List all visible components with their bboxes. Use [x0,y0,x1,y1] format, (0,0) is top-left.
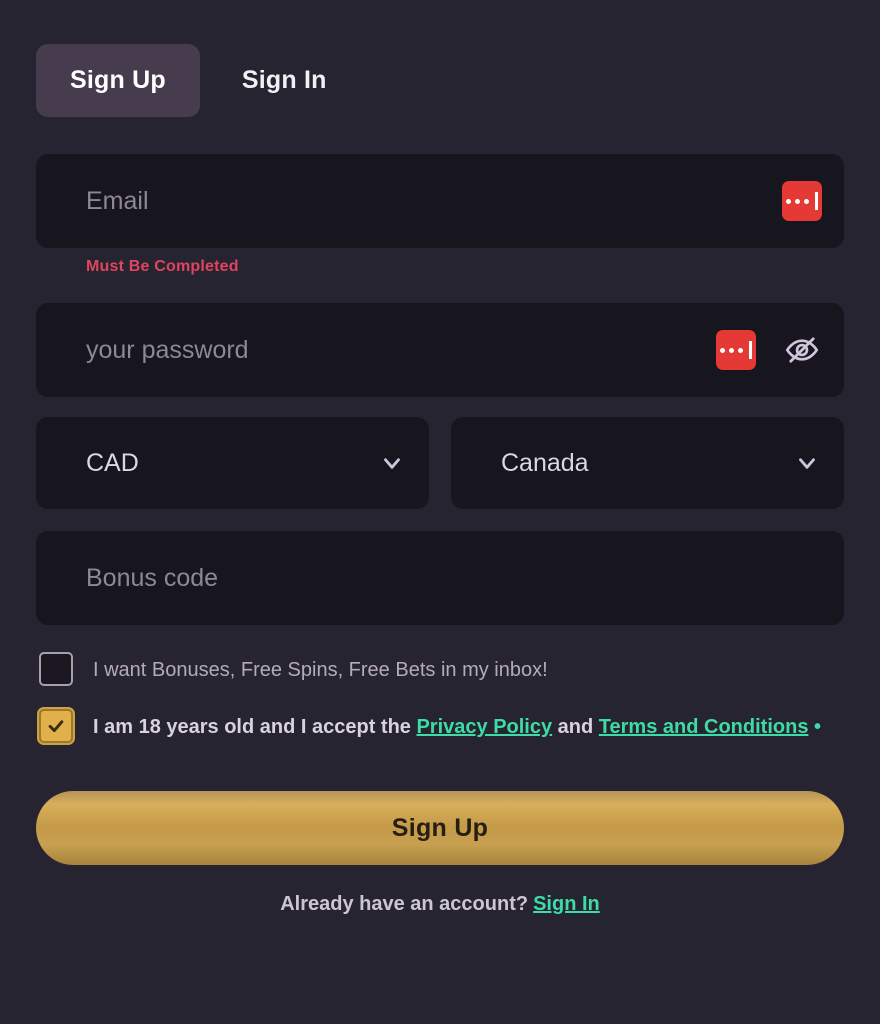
terms-text-before: I am 18 years old and I accept the [93,716,417,738]
pm-dot [795,198,800,204]
currency-select[interactable]: CAD [36,417,429,509]
terms-consent-row[interactable]: I am 18 years old and I accept the Priva… [36,708,844,743]
eye-off-icon[interactable] [782,330,822,370]
checkmark-icon [48,720,64,733]
auth-tabs: Sign Up Sign In [0,0,880,117]
password-field[interactable]: your password [36,303,844,397]
password-manager-icon[interactable] [716,330,756,370]
signup-form: Email Must Be Completed your password CA… [0,154,880,916]
signup-page: Sign Up Sign In Email Must Be Completed … [0,0,880,1024]
bonus-code-wrapper: Bonus code [36,531,844,625]
pm-dot [738,347,743,353]
footer-prompt-text: Already have an account? [280,893,529,915]
terms-consent-label: I am 18 years old and I accept the Priva… [93,708,821,743]
pm-dot [720,347,725,353]
pm-dot [804,198,809,204]
email-error-message: Must Be Completed [86,258,239,275]
chevron-down-icon [799,458,815,469]
terms-conditions-link[interactable]: Terms and Conditions [599,716,809,738]
pm-dot [729,347,734,353]
tab-sign-in[interactable]: Sign In [208,44,361,117]
tab-sign-up[interactable]: Sign Up [36,44,200,117]
bonus-code-field[interactable]: Bonus code [36,531,844,625]
tab-sign-up-label: Sign Up [70,66,166,94]
pm-cursor-bar [815,192,818,210]
pm-cursor-bar [749,341,752,359]
currency-value: CAD [86,448,139,477]
currency-country-row: CAD Canada [36,417,844,509]
privacy-policy-link[interactable]: Privacy Policy [416,716,552,738]
country-select[interactable]: Canada [451,417,844,509]
terms-consent-checkbox[interactable] [39,709,73,743]
tab-sign-in-label: Sign In [241,66,327,94]
email-placeholder: Email [86,186,149,215]
password-placeholder: your password [86,335,249,364]
footer-sign-in-prompt: Already have an account? Sign In [36,893,844,916]
required-marker: • [814,716,822,738]
email-field-icons [782,181,822,221]
marketing-consent-row[interactable]: I want Bonuses, Free Spins, Free Bets in… [36,651,844,686]
country-value: Canada [501,448,589,477]
password-field-icons [716,330,822,370]
marketing-consent-checkbox[interactable] [39,652,73,686]
email-field[interactable]: Email [36,154,844,248]
footer-sign-in-link[interactable]: Sign In [533,893,600,915]
terms-text-middle: and [552,716,599,738]
bonus-code-placeholder: Bonus code [86,563,219,592]
password-manager-icon[interactable] [782,181,822,221]
marketing-consent-label: I want Bonuses, Free Spins, Free Bets in… [93,659,548,681]
pm-dot [786,198,791,204]
sign-up-submit-button[interactable]: Sign Up [36,791,844,865]
chevron-down-icon [384,458,400,469]
